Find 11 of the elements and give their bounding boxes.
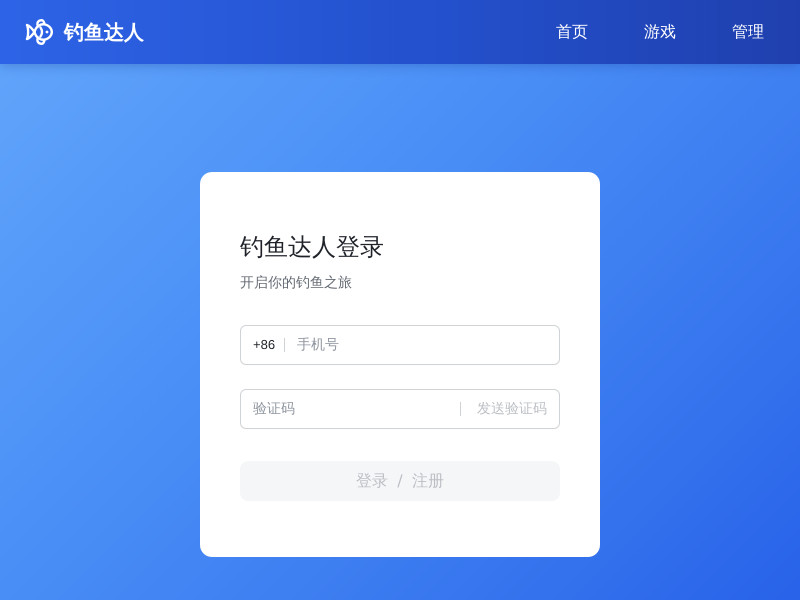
country-code: +86 bbox=[253, 336, 276, 354]
login-subtitle: 开启你的钓鱼之旅 bbox=[240, 274, 353, 293]
nav-link[interactable]: 管理 bbox=[732, 20, 764, 44]
verification-code-input[interactable]: 验证码 bbox=[253, 399, 452, 419]
login-title: 钓鱼达人登录 bbox=[240, 232, 385, 263]
nav-link[interactable]: 首页 bbox=[556, 20, 588, 44]
phone-number-field[interactable]: +86 手机号 bbox=[240, 325, 560, 365]
fish-logo-icon bbox=[25, 18, 53, 46]
phone-number-input[interactable]: 手机号 bbox=[297, 335, 547, 355]
logo-text: 钓鱼达人 bbox=[64, 19, 144, 46]
nav-link[interactable]: 游戏 bbox=[644, 20, 676, 44]
